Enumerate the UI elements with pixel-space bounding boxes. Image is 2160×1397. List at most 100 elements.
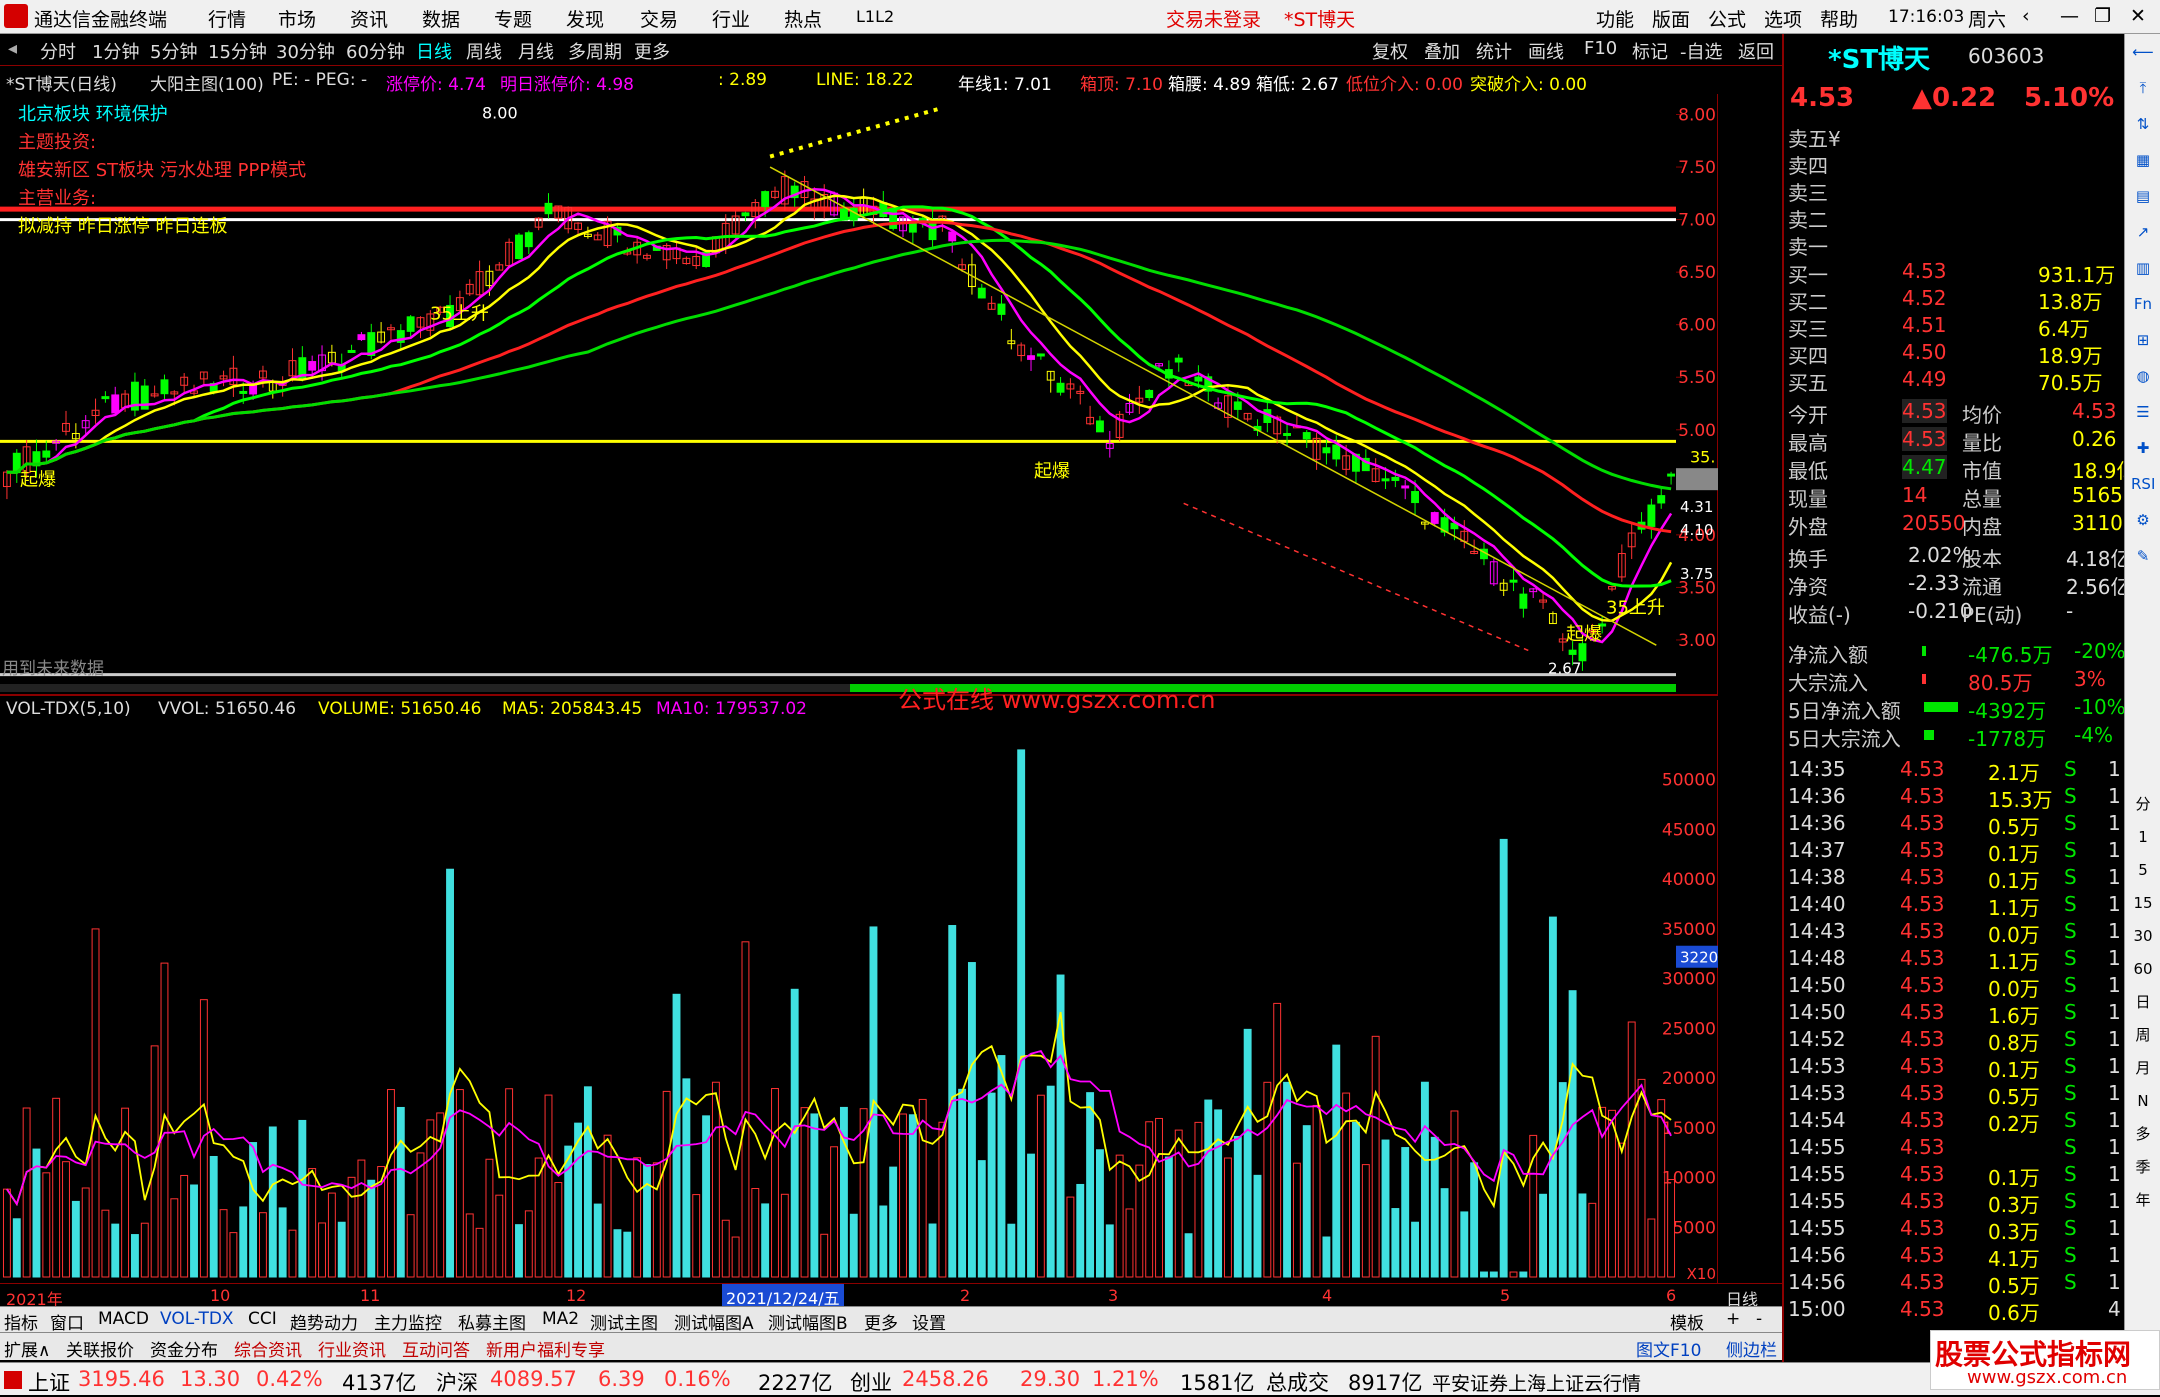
- btn-overlay[interactable]: 叠加: [1424, 38, 1460, 64]
- side-period-12[interactable]: 年: [2131, 1188, 2155, 1212]
- side-tool-icon[interactable]: RSI: [2131, 472, 2155, 496]
- side-period-7[interactable]: 周: [2131, 1023, 2155, 1047]
- back-icon[interactable]: ‹: [2022, 5, 2030, 27]
- side-tool-icon[interactable]: ✎: [2131, 544, 2155, 568]
- period-daily[interactable]: 日线: [416, 38, 452, 64]
- tab-cci[interactable]: CCI: [248, 1309, 277, 1329]
- side-tool-icon[interactable]: ✚: [2131, 436, 2155, 460]
- btn-stats[interactable]: 统计: [1476, 38, 1512, 64]
- period-30min[interactable]: 30分钟: [276, 38, 335, 64]
- menu-trade[interactable]: 交易: [640, 5, 678, 32]
- menu-quote[interactable]: 行情: [208, 5, 246, 32]
- tab-template[interactable]: 模板: [1670, 1309, 1704, 1334]
- menu-topics[interactable]: 专题: [494, 5, 532, 32]
- menu-hot[interactable]: 热点: [784, 5, 822, 32]
- btn-mark[interactable]: 标记: [1632, 38, 1668, 64]
- menu-news[interactable]: 资讯: [350, 5, 388, 32]
- menu-market[interactable]: 市场: [278, 5, 316, 32]
- link-related[interactable]: 关联报价: [66, 1336, 134, 1361]
- tab-test-a[interactable]: 测试幅图A: [674, 1309, 754, 1334]
- close-icon[interactable]: ✕: [2130, 5, 2146, 27]
- menu-help[interactable]: 帮助: [1820, 5, 1858, 32]
- side-tool-icon[interactable]: ⟵: [2131, 40, 2155, 64]
- side-tool-icon[interactable]: Fn: [2131, 292, 2155, 316]
- maximize-icon[interactable]: ❐: [2094, 5, 2111, 27]
- login-status[interactable]: 交易未登录: [1166, 5, 1261, 32]
- minimize-icon[interactable]: —: [2060, 5, 2079, 27]
- tab-ma2[interactable]: MA2: [542, 1309, 579, 1329]
- zoom-out-button[interactable]: -: [1756, 1309, 1762, 1329]
- side-period-5[interactable]: 60: [2131, 957, 2155, 981]
- tab-test-b[interactable]: 测试幅图B: [768, 1309, 848, 1334]
- tab-trend[interactable]: 趋势动力: [290, 1309, 358, 1334]
- kline-chart[interactable]: 8.007.507.006.506.005.505.004.504.003.50…: [0, 94, 1719, 694]
- collapse-icon[interactable]: ◂: [8, 38, 17, 59]
- menu-data[interactable]: 数据: [422, 5, 460, 32]
- side-tool-icon[interactable]: ↗: [2131, 220, 2155, 244]
- btn-f10[interactable]: F10: [1584, 38, 1617, 59]
- link-f10[interactable]: 图文F10: [1636, 1336, 1701, 1361]
- tab-vol-tdx[interactable]: VOL-TDX: [160, 1309, 234, 1329]
- period-15min[interactable]: 15分钟: [208, 38, 267, 64]
- side-period-0[interactable]: 分: [2131, 792, 2155, 816]
- side-tool-icon[interactable]: ▤: [2131, 184, 2155, 208]
- menu-discover[interactable]: 发现: [566, 5, 604, 32]
- link-industry-news[interactable]: 行业资讯: [318, 1336, 386, 1361]
- kline-chart-panel[interactable]: 8.007.507.006.506.005.505.004.504.003.50…: [0, 94, 1719, 694]
- side-period-3[interactable]: 15: [2131, 891, 2155, 915]
- side-tool-icon[interactable]: ▦: [2131, 148, 2155, 172]
- period-fenshi[interactable]: 分时: [40, 38, 76, 64]
- side-period-6[interactable]: 日: [2131, 990, 2155, 1014]
- side-tool-icon[interactable]: ▥: [2131, 256, 2155, 280]
- side-period-10[interactable]: 多: [2131, 1122, 2155, 1146]
- side-tool-icon[interactable]: ☰: [2131, 400, 2155, 424]
- tab-private[interactable]: 私募主图: [458, 1309, 526, 1334]
- link-welfare[interactable]: 新用户福利专享: [486, 1336, 605, 1361]
- side-tool-icon[interactable]: ⇅: [2131, 112, 2155, 136]
- tab-settings[interactable]: 设置: [912, 1309, 946, 1334]
- side-tool-icon[interactable]: ◍: [2131, 364, 2155, 388]
- period-monthly[interactable]: 月线: [518, 38, 554, 64]
- sh-label[interactable]: 上证: [28, 1367, 70, 1397]
- btn-remove-fav[interactable]: -自选: [1680, 38, 1723, 64]
- menu-options[interactable]: 选项: [1764, 5, 1802, 32]
- zoom-in-button[interactable]: +: [1726, 1309, 1740, 1329]
- period-multi[interactable]: 多周期: [568, 38, 622, 64]
- volume-chart[interactable]: 50000 45000 40000 35000 30000 25000 20000 15000…: [0, 700, 1728, 1283]
- btn-fuquan[interactable]: 复权: [1372, 38, 1408, 64]
- side-period-4[interactable]: 30: [2131, 924, 2155, 948]
- side-period-2[interactable]: 5: [2131, 858, 2155, 882]
- menu-industry[interactable]: 行业: [712, 5, 750, 32]
- tab-window[interactable]: 窗口: [50, 1309, 84, 1334]
- tab-indicators[interactable]: 指标: [4, 1309, 38, 1334]
- btn-draw[interactable]: 画线: [1528, 38, 1564, 64]
- side-tool-icon[interactable]: ⚙: [2131, 508, 2155, 532]
- link-expand[interactable]: 扩展∧: [4, 1336, 50, 1361]
- menu-formula[interactable]: 公式: [1708, 5, 1746, 32]
- link-fund-dist[interactable]: 资金分布: [150, 1336, 218, 1361]
- sz-label[interactable]: 沪深: [436, 1367, 478, 1397]
- period-more[interactable]: 更多: [634, 38, 670, 64]
- side-period-11[interactable]: 季: [2131, 1155, 2155, 1179]
- menu-l1l2[interactable]: L1L2: [856, 7, 894, 26]
- main-indicator[interactable]: 大阳主图(100): [150, 70, 264, 95]
- tab-main-monitor[interactable]: 主力监控: [374, 1309, 442, 1334]
- link-news[interactable]: 综合资讯: [234, 1336, 302, 1361]
- cy-label[interactable]: 创业: [850, 1367, 892, 1397]
- period-1min[interactable]: 1分钟: [92, 38, 139, 64]
- side-period-8[interactable]: 月: [2131, 1056, 2155, 1080]
- link-qa[interactable]: 互动问答: [402, 1336, 470, 1361]
- volume-chart-panel[interactable]: 50000 45000 40000 35000 30000 25000 20000 15000…: [0, 700, 1728, 1283]
- tab-macd[interactable]: MACD: [98, 1309, 149, 1329]
- period-weekly[interactable]: 周线: [466, 38, 502, 64]
- menu-function[interactable]: 功能: [1596, 5, 1634, 32]
- side-period-9[interactable]: N: [2131, 1089, 2155, 1113]
- tab-test-main[interactable]: 测试主图: [590, 1309, 658, 1334]
- btn-back[interactable]: 返回: [1738, 38, 1774, 64]
- menu-layout[interactable]: 版面: [1652, 5, 1690, 32]
- period-5min[interactable]: 5分钟: [150, 38, 197, 64]
- side-tool-icon[interactable]: ⤒: [2131, 76, 2155, 100]
- period-60min[interactable]: 60分钟: [346, 38, 405, 64]
- tab-more[interactable]: 更多: [864, 1309, 898, 1334]
- side-period-1[interactable]: 1: [2131, 825, 2155, 849]
